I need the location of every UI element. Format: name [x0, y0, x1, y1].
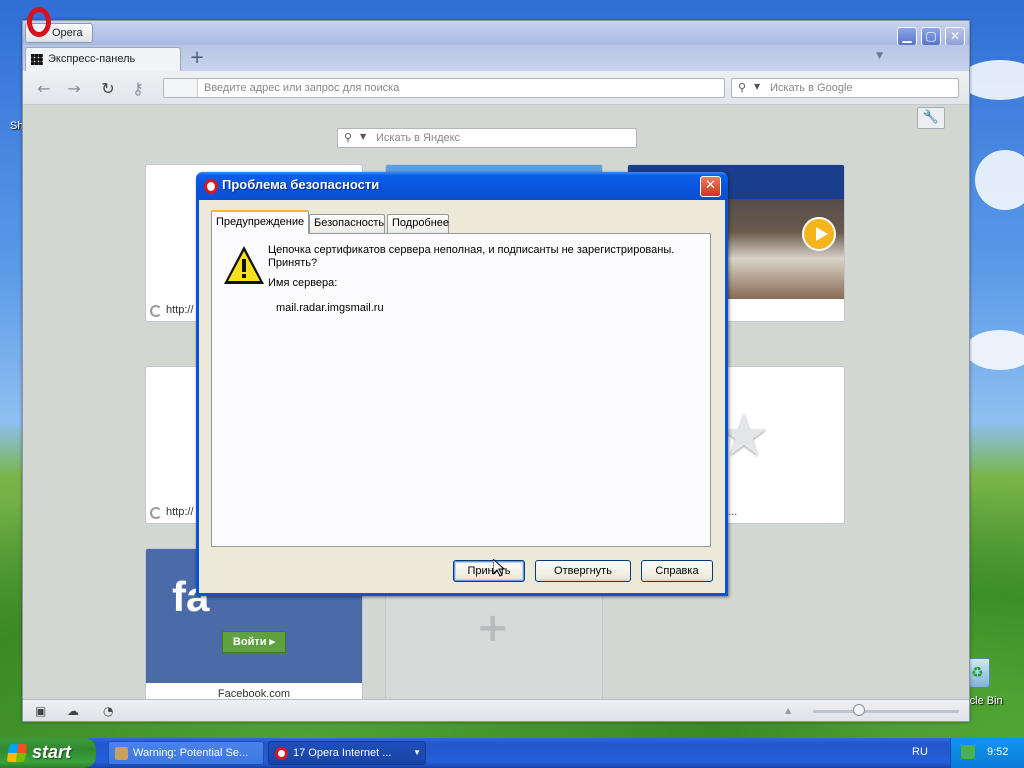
tab-title: Экспресс-панель: [48, 53, 136, 65]
cloud: [965, 330, 1024, 370]
opera-logo-icon: [25, 5, 55, 41]
opera-logo-icon: [275, 747, 288, 760]
zoom-slider-handle[interactable]: [853, 704, 865, 716]
window-titlebar[interactable]: Opera ▁ ▢ ✕: [23, 21, 969, 46]
opera-menu-label: Opera: [52, 27, 83, 39]
opera-unite-cloud-icon[interactable]: ☁: [67, 704, 79, 718]
warning-message: Цепочка сертификатов сервера неполная, и…: [268, 244, 675, 269]
tab-speed-dial[interactable]: Экспресс-панель: [25, 47, 181, 71]
mouse-cursor-icon: [493, 559, 505, 577]
search-icon: ⚲: [344, 131, 353, 144]
tab-security[interactable]: Безопасность: [309, 214, 385, 233]
panel-toggle-icon[interactable]: ▣: [35, 704, 46, 718]
close-icon[interactable]: ✕: [700, 176, 721, 197]
cloud: [975, 150, 1024, 210]
google-search-field[interactable]: ⚲ ▼ Искать в Google: [731, 78, 959, 98]
opera-logo-icon: [204, 179, 218, 194]
close-window-button[interactable]: ✕: [945, 27, 965, 46]
turbo-gauge-icon[interactable]: ◔: [103, 704, 113, 718]
google-search-placeholder: Искать в Google: [770, 82, 853, 94]
taskbar: start Warning: Potential Se... 17 Opera …: [0, 738, 1024, 768]
server-name-label: Имя сервера:: [268, 277, 338, 289]
minimize-button[interactable]: ▁: [897, 27, 917, 46]
windows-flag-icon: [6, 744, 28, 762]
security-dialog: Проблема безопасности ✕ Предупреждение Б…: [196, 172, 728, 596]
taskbar-item-label: Warning: Potential Se...: [133, 747, 249, 759]
search-icon: ⚲: [738, 81, 747, 94]
forward-arrow-icon[interactable]: →: [63, 79, 85, 98]
facebook-login-button[interactable]: Войти ▸: [222, 631, 286, 653]
wrench-settings-icon[interactable]: 🔧: [917, 107, 945, 129]
search-engine-dropdown-icon[interactable]: ▼: [754, 82, 760, 91]
tab-list-chevron-icon[interactable]: ▼: [876, 51, 883, 61]
yandex-search-placeholder: Искать в Яндекс: [376, 132, 461, 144]
zoom-slider[interactable]: [813, 710, 959, 713]
start-label: start: [32, 742, 72, 762]
accept-button[interactable]: Принять: [453, 560, 525, 582]
dialog-titlebar[interactable]: Проблема безопасности ✕: [196, 172, 728, 200]
dialog-title: Проблема безопасности: [222, 177, 380, 192]
play-icon: [802, 217, 836, 251]
status-bar: ▣ ☁ ◔ ▲: [23, 699, 969, 721]
add-plus-icon: +: [476, 605, 510, 651]
tab-details[interactable]: Подробнее: [387, 214, 449, 233]
new-tab-plus-icon[interactable]: +: [187, 47, 207, 68]
address-placeholder: Введите адрес или запрос для поиска: [204, 82, 400, 94]
system-tray: 9:52: [950, 738, 1024, 768]
warning-panel: Цепочка сертификатов сервера неполная, и…: [211, 233, 711, 547]
back-arrow-icon[interactable]: ←: [33, 79, 55, 98]
reject-button[interactable]: Отвергнуть: [535, 560, 631, 582]
yandex-search-field[interactable]: ⚲ ▼ Искать в Яндекс: [337, 128, 637, 148]
tab-warning[interactable]: Предупреждение: [211, 210, 309, 234]
zoom-menu-icon[interactable]: ▲: [785, 706, 791, 715]
start-button[interactable]: start: [0, 738, 96, 768]
taskbar-item-opera[interactable]: 17 Opera Internet ... ▼: [268, 741, 426, 765]
language-indicator[interactable]: RU: [912, 746, 928, 758]
taskbar-item-warning[interactable]: Warning: Potential Se...: [108, 741, 264, 765]
clock[interactable]: 9:52: [987, 746, 1008, 758]
navigation-toolbar: ← → ↻ ⚷ Введите адрес или запрос для пои…: [23, 71, 969, 105]
taskbar-item-label: 17 Opera Internet ...: [293, 747, 392, 759]
address-badge[interactable]: [164, 79, 198, 97]
recycle-bin-label[interactable]: rcle Bin: [966, 695, 1003, 707]
server-name-value: mail.radar.imgsmail.ru: [276, 302, 384, 314]
key-icon[interactable]: ⚷: [127, 79, 149, 98]
tab-strip: Экспресс-панель + ▼: [23, 45, 969, 71]
address-bar[interactable]: Введите адрес или запрос для поиска: [163, 78, 725, 98]
search-engine-dropdown-icon[interactable]: ▼: [360, 132, 366, 141]
speed-dial-grid-icon: [31, 54, 43, 65]
network-tray-icon[interactable]: [961, 745, 975, 759]
help-button[interactable]: Справка: [641, 560, 713, 582]
warning-window-icon: [115, 747, 128, 760]
reload-icon[interactable]: ↻: [97, 79, 119, 98]
maximize-button[interactable]: ▢: [921, 27, 941, 46]
warning-icon: [224, 246, 264, 284]
group-dropdown-icon[interactable]: ▼: [413, 742, 421, 764]
